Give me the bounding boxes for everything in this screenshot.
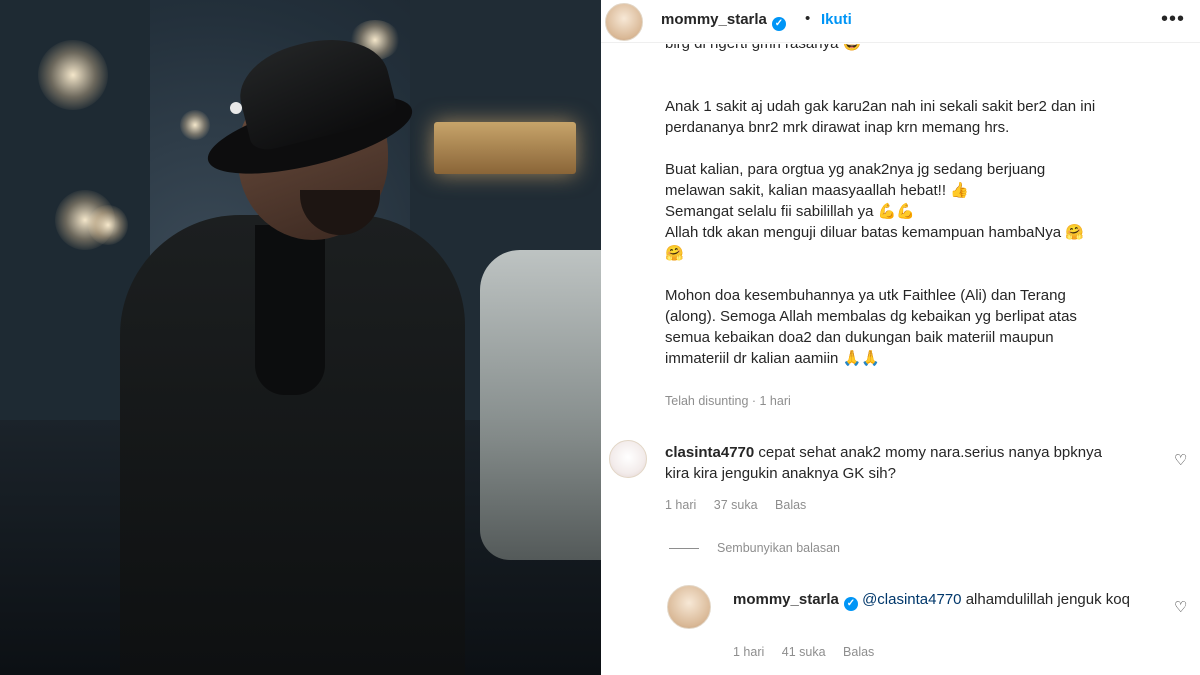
reply-author-avatar[interactable] bbox=[667, 585, 711, 629]
separator-dot: • bbox=[805, 10, 811, 27]
post-photo bbox=[0, 0, 601, 675]
verified-badge-icon: ✓ bbox=[843, 597, 858, 611]
reply-mention-link[interactable]: @clasinta4770 bbox=[862, 591, 961, 608]
commenter-avatar[interactable] bbox=[609, 440, 647, 478]
post-caption: Anak 1 sakit aj udah gak karu2an nah ini… bbox=[665, 96, 1145, 390]
hide-replies-button[interactable]: Sembunyikan balasan bbox=[669, 541, 840, 555]
reply-text: mommy_starla ✓ @clasinta4770 alhamdulilla… bbox=[733, 589, 1163, 611]
like-comment-heart-icon[interactable]: ♡ bbox=[1174, 451, 1187, 469]
reply-meta: 1 hari 41 suka Balas bbox=[733, 645, 888, 659]
reply-author-username[interactable]: mommy_starla bbox=[733, 591, 839, 608]
caption-cut-line: blrg di ngerti gmn rasanya 😅 bbox=[665, 44, 1145, 60]
like-reply-heart-icon[interactable]: ♡ bbox=[1174, 598, 1187, 616]
post-header: mommy_starla ✓ • Ikuti ••• bbox=[601, 0, 1200, 43]
caption-edited-meta: Telah disunting · 1 hari bbox=[665, 394, 791, 408]
reply-time: 1 hari bbox=[733, 645, 765, 659]
commenter-username[interactable]: clasinta4770 bbox=[665, 444, 754, 461]
reply-to-reply-button[interactable]: Balas bbox=[843, 645, 874, 659]
author-username[interactable]: mommy_starla ✓ bbox=[661, 11, 786, 31]
comment-meta: 1 hari 37 suka Balas bbox=[665, 498, 820, 512]
comment-time: 1 hari bbox=[665, 498, 697, 512]
more-options-icon[interactable]: ••• bbox=[1161, 8, 1185, 31]
verified-badge-icon: ✓ bbox=[771, 17, 786, 31]
comment-text: clasinta4770 cepat sehat anak2 momy nara… bbox=[665, 442, 1125, 484]
caption-paragraph: Buat kalian, para orgtua yg anak2nya jg … bbox=[665, 161, 1084, 262]
hide-replies-line bbox=[669, 548, 699, 549]
comments-panel: mommy_starla✓ • Ikuti ••• blrg di ngerti… bbox=[601, 0, 1200, 675]
comment-likes[interactable]: 37 suka bbox=[714, 498, 758, 512]
reply-likes[interactable]: 41 suka bbox=[782, 645, 826, 659]
author-avatar[interactable] bbox=[605, 3, 643, 41]
reply-body: alhamdulillah jenguk koq bbox=[961, 591, 1130, 608]
follow-button[interactable]: Ikuti bbox=[821, 11, 852, 28]
caption-paragraph: Anak 1 sakit aj udah gak karu2an nah ini… bbox=[665, 98, 1096, 136]
caption-paragraph: Mohon doa kesembuhannya ya utk Faithlee … bbox=[665, 287, 1077, 367]
reply-button[interactable]: Balas bbox=[775, 498, 806, 512]
